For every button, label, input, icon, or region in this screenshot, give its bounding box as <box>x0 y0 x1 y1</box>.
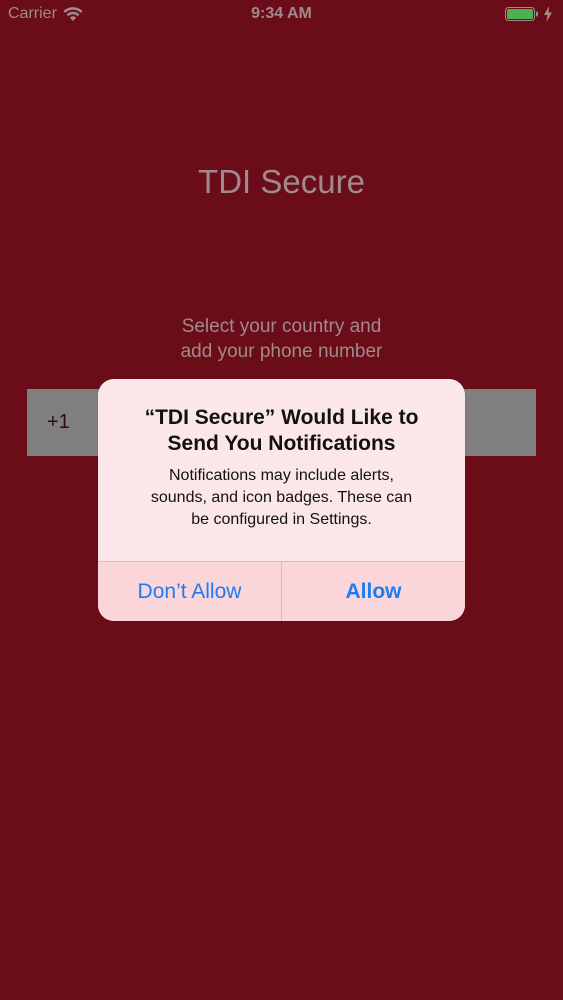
status-bar: Carrier 9:34 AM <box>0 0 563 30</box>
alert-title-line-2: Send You Notifications <box>167 432 396 455</box>
allow-button[interactable]: Allow <box>282 562 465 621</box>
battery-group <box>505 6 553 22</box>
alert-title-line-1: “TDI Secure” Would Like to <box>144 406 419 429</box>
alert-message-line-1: Notifications may include alerts, <box>169 467 394 484</box>
instructions-text: Select your country and add your phone n… <box>0 314 563 364</box>
app-screen: Carrier 9:34 AM TDI Secure Select your c… <box>0 0 563 1000</box>
alert-message-line-2: sounds, and icon badges. These can <box>150 489 413 506</box>
status-time: 9:34 AM <box>251 5 312 22</box>
battery-icon <box>505 6 539 22</box>
alert-message-line-3: be configured in Settings. <box>191 511 372 528</box>
alert-actions: Don’t Allow Allow <box>98 561 465 621</box>
country-code-selector[interactable]: +1 <box>47 411 70 434</box>
alert-message: Notifications may include alerts, sounds… <box>120 465 443 531</box>
alert-body: “TDI Secure” Would Like to Send You Noti… <box>98 379 465 561</box>
notification-permission-alert: “TDI Secure” Would Like to Send You Noti… <box>98 379 465 621</box>
app-title: TDI Secure <box>198 163 365 200</box>
dont-allow-button[interactable]: Don’t Allow <box>98 562 282 621</box>
charging-bolt-icon <box>543 6 553 22</box>
instructions-line-2: add your phone number <box>180 341 383 362</box>
alert-title: “TDI Secure” Would Like to Send You Noti… <box>120 405 443 457</box>
instructions-line-1: Select your country and <box>181 316 382 337</box>
